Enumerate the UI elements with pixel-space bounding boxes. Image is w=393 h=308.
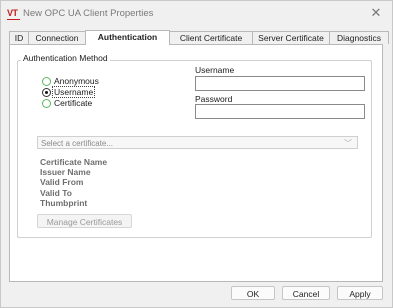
dialog-window: VT New OPC UA Client Properties ✕ ID Con… (0, 0, 393, 308)
tab-id[interactable]: ID (9, 31, 29, 44)
apply-button[interactable]: Apply (337, 286, 383, 300)
username-field[interactable] (195, 76, 365, 91)
close-icon[interactable]: ✕ (368, 5, 384, 21)
tab-authentication[interactable]: Authentication (85, 30, 170, 45)
radio-label: Username (51, 86, 96, 98)
tab-diagnostics[interactable]: Diagnostics (329, 31, 389, 44)
title-bar: VT New OPC UA Client Properties ✕ (1, 1, 392, 27)
chevron-down-icon: ﹀ (344, 139, 352, 148)
group-legend: Authentication Method (21, 53, 110, 63)
ok-button[interactable]: OK (231, 286, 275, 300)
username-label: Username (195, 65, 235, 75)
valid-to-label: Valid To (40, 188, 72, 198)
certificate-select[interactable]: Select a certificate... ﹀ (37, 136, 358, 149)
tab-client-certificate[interactable]: Client Certificate (169, 31, 253, 44)
issuer-name-label: Issuer Name (40, 167, 91, 177)
tab-connection[interactable]: Connection (28, 31, 86, 44)
cancel-button[interactable]: Cancel (282, 286, 330, 300)
certificate-name-label: Certificate Name (40, 157, 108, 167)
thumbprint-label: Thumbprint (40, 198, 88, 208)
password-field[interactable] (195, 104, 365, 119)
tab-server-certificate[interactable]: Server Certificate (252, 31, 330, 44)
radio-button[interactable] (42, 99, 51, 108)
radio-label: Certificate (54, 98, 93, 108)
app-logo-icon: VT (7, 8, 21, 20)
password-label: Password (195, 94, 233, 104)
radio-button[interactable] (42, 77, 51, 86)
manage-certificates-button[interactable]: Manage Certificates (37, 214, 132, 228)
window-title: New OPC UA Client Properties (23, 8, 154, 19)
radio-button-selected[interactable] (42, 88, 51, 97)
select-placeholder: Select a certificate... (41, 139, 114, 148)
valid-from-label: Valid From (40, 177, 84, 187)
radio-label: Anonymous (54, 76, 99, 86)
